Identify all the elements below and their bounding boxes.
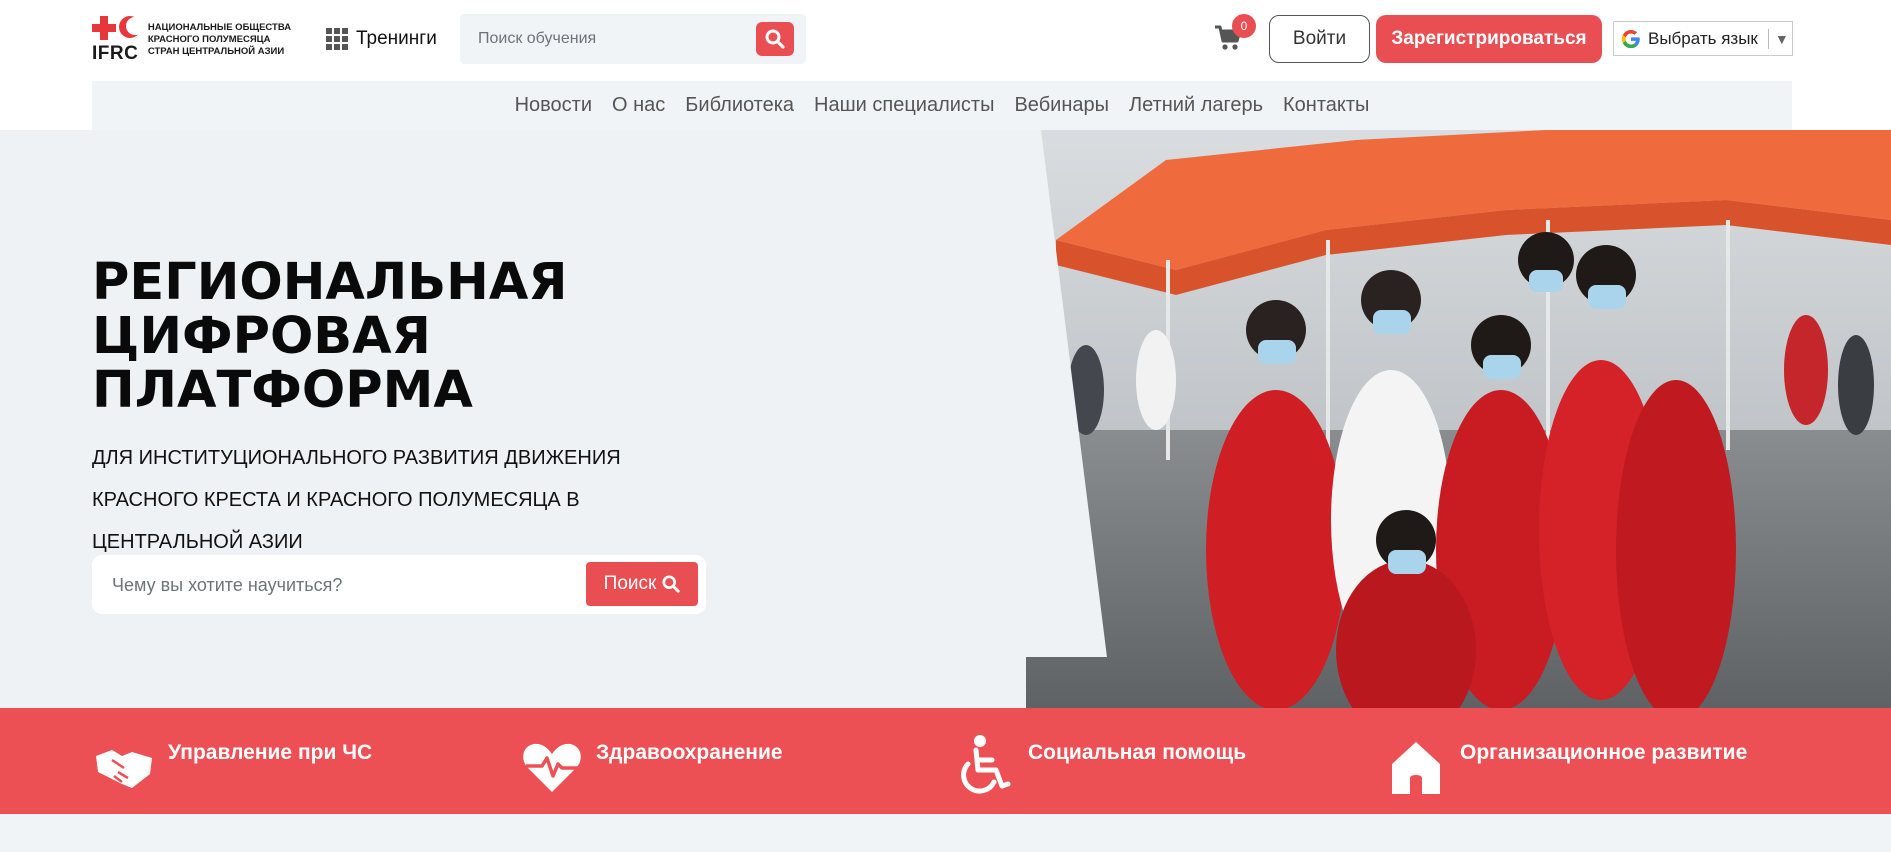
red-cross-icon (92, 16, 116, 40)
hero-subtitle: ДЛЯ ИНСТИТУЦИОНАЛЬНОГО РАЗВИТИЯ ДВИЖЕНИЯ… (92, 447, 621, 553)
category-label: Организационное развитие (1460, 741, 1748, 764)
logo-abbreviation: IFRC (92, 43, 139, 64)
google-icon (1621, 29, 1640, 48)
nav-item-library[interactable]: Библиотека (685, 94, 794, 117)
language-divider (1767, 28, 1769, 49)
logo-text-line: НАЦИОНАЛЬНЫЕ ОБЩЕСТВА (147, 22, 292, 33)
search-icon (765, 29, 785, 49)
nav-item-summer-camp[interactable]: Летний лагерь (1129, 94, 1263, 117)
header-search-button[interactable] (756, 22, 794, 56)
hero-section: РЕГИОНАЛЬНАЯ ЦИФРОВАЯ ПЛАТФОРМА ДЛЯ ИНСТ… (0, 130, 1891, 708)
logo-mark: IFRC (92, 16, 146, 64)
red-crescent-icon (119, 16, 144, 38)
cart-button[interactable]: 0 (1214, 14, 1256, 54)
nav-item-contacts[interactable]: Контакты (1283, 94, 1369, 117)
heart-pulse-icon (523, 743, 581, 792)
language-selector[interactable]: Выбрать язык ▼ (1613, 21, 1793, 56)
language-label: Выбрать язык (1648, 28, 1758, 48)
hero-title-line: ЦИФРОВАЯ (92, 307, 431, 366)
cart-count-badge: 0 (1232, 14, 1256, 38)
login-button[interactable]: Войти (1269, 15, 1370, 63)
logo-text-line: КРАСНОГО ПОЛУМЕСЯЦА (147, 34, 271, 45)
logo-text: НАЦИОНАЛЬНЫЕ ОБЩЕСТВА КРАСНОГО ПОЛУМЕСЯЦ… (148, 22, 292, 58)
nav-item-about[interactable]: О нас (612, 94, 665, 117)
category-healthcare[interactable]: Здравоохранение (520, 708, 783, 814)
category-label: Управление при ЧС (168, 741, 373, 764)
header-search-input[interactable] (478, 26, 738, 52)
site-header: IFRC НАЦИОНАЛЬНЫЕ ОБЩЕСТВА КРАСНОГО ПОЛУ… (0, 0, 1891, 130)
trainings-label: Тренинги (356, 28, 437, 49)
category-social-help[interactable]: Социальная помощь (952, 708, 1246, 814)
nav-item-webinars[interactable]: Вебинары (1014, 94, 1109, 117)
hero-title-line: РЕГИОНАЛЬНАЯ (92, 253, 568, 312)
register-button[interactable]: Зарегистрироваться (1376, 15, 1602, 63)
house-icon (1392, 742, 1440, 794)
chevron-down-icon: ▼ (1774, 30, 1789, 47)
hero-search-button[interactable]: Поиск (586, 562, 698, 606)
trainings-menu-button[interactable]: Тренинги (326, 26, 437, 52)
ifrc-logo[interactable]: IFRC НАЦИОНАЛЬНЫЕ ОБЩЕСТВА КРАСНОГО ПОЛУ… (92, 16, 292, 64)
hero-photo (1026, 130, 1891, 708)
categories-band: Управление при ЧС Здравоохранение Социал… (0, 708, 1891, 814)
logo-text-line: СТРАН ЦЕНТРАЛЬНОЙ АЗИИ (147, 46, 285, 57)
wheelchair-icon (961, 735, 1011, 794)
main-nav: Новости О нас Библиотека Наши специалист… (92, 81, 1792, 130)
search-icon (662, 575, 680, 593)
hero-search-button-label: Поиск (603, 573, 657, 594)
handshake-icon (96, 750, 152, 788)
grid-icon (326, 28, 348, 50)
nav-item-news[interactable]: Новости (515, 94, 592, 117)
hero-title-line: ПЛАТФОРМА (92, 361, 473, 420)
nav-item-specialists[interactable]: Наши специалисты (814, 94, 994, 117)
category-org-development[interactable]: Организационное развитие (1384, 708, 1747, 814)
header-search (460, 14, 806, 64)
hero-search-input[interactable] (112, 571, 552, 599)
category-label: Социальная помощь (1028, 741, 1247, 764)
hero-title: РЕГИОНАЛЬНАЯ ЦИФРОВАЯ ПЛАТФОРМА (92, 256, 692, 418)
category-label: Здравоохранение (596, 741, 783, 764)
category-emergency[interactable]: Управление при ЧС (92, 708, 372, 814)
page-bottom-area (0, 814, 1891, 852)
hero-search: Поиск (92, 555, 706, 614)
